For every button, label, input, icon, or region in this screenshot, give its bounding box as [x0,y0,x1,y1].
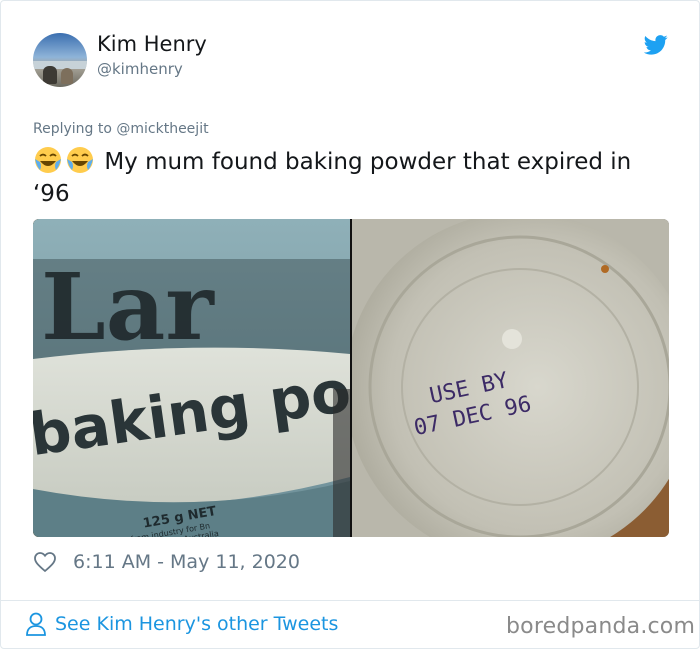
media-photo-left[interactable]: Lar baking powder 125 g NET from industr… [33,219,350,537]
see-other-tweets-link[interactable]: See Kim Henry's other Tweets [25,611,338,637]
tin-label-top: Lar [41,253,215,361]
avatar[interactable] [33,33,87,87]
baking-powder-tin-image: Lar baking powder 125 g NET from industr… [33,219,350,537]
media-photo-right[interactable]: USE BY 07 DEC 96 [352,219,669,537]
see-other-tweets-label: See Kim Henry's other Tweets [55,613,339,635]
tweet-text: My mum found baking powder that expired … [33,145,673,210]
author-handle[interactable]: @kimhenry [97,60,183,78]
twitter-bird-icon[interactable] [644,35,668,55]
expiry-stamp-image: USE BY 07 DEC 96 [352,219,669,537]
heart-icon[interactable] [33,550,57,574]
watermark: boredpanda.com [506,614,696,639]
joy-emoji-icon [35,147,61,173]
tweet-card: Kim Henry @kimhenry Replying to @mickthe… [0,0,700,649]
joy-emoji-icon [67,147,93,173]
divider [1,600,699,601]
media-grid: Lar baking powder 125 g NET from industr… [33,219,669,537]
tweet-meta: 6:11 AM - May 11, 2020 [33,548,300,576]
tweet-body: My mum found baking powder that expired … [33,149,632,207]
replying-to[interactable]: Replying to @micktheejit [33,121,209,137]
person-icon [26,612,46,636]
timestamp[interactable]: 6:11 AM - May 11, 2020 [73,551,300,573]
author-name[interactable]: Kim Henry [97,32,207,56]
